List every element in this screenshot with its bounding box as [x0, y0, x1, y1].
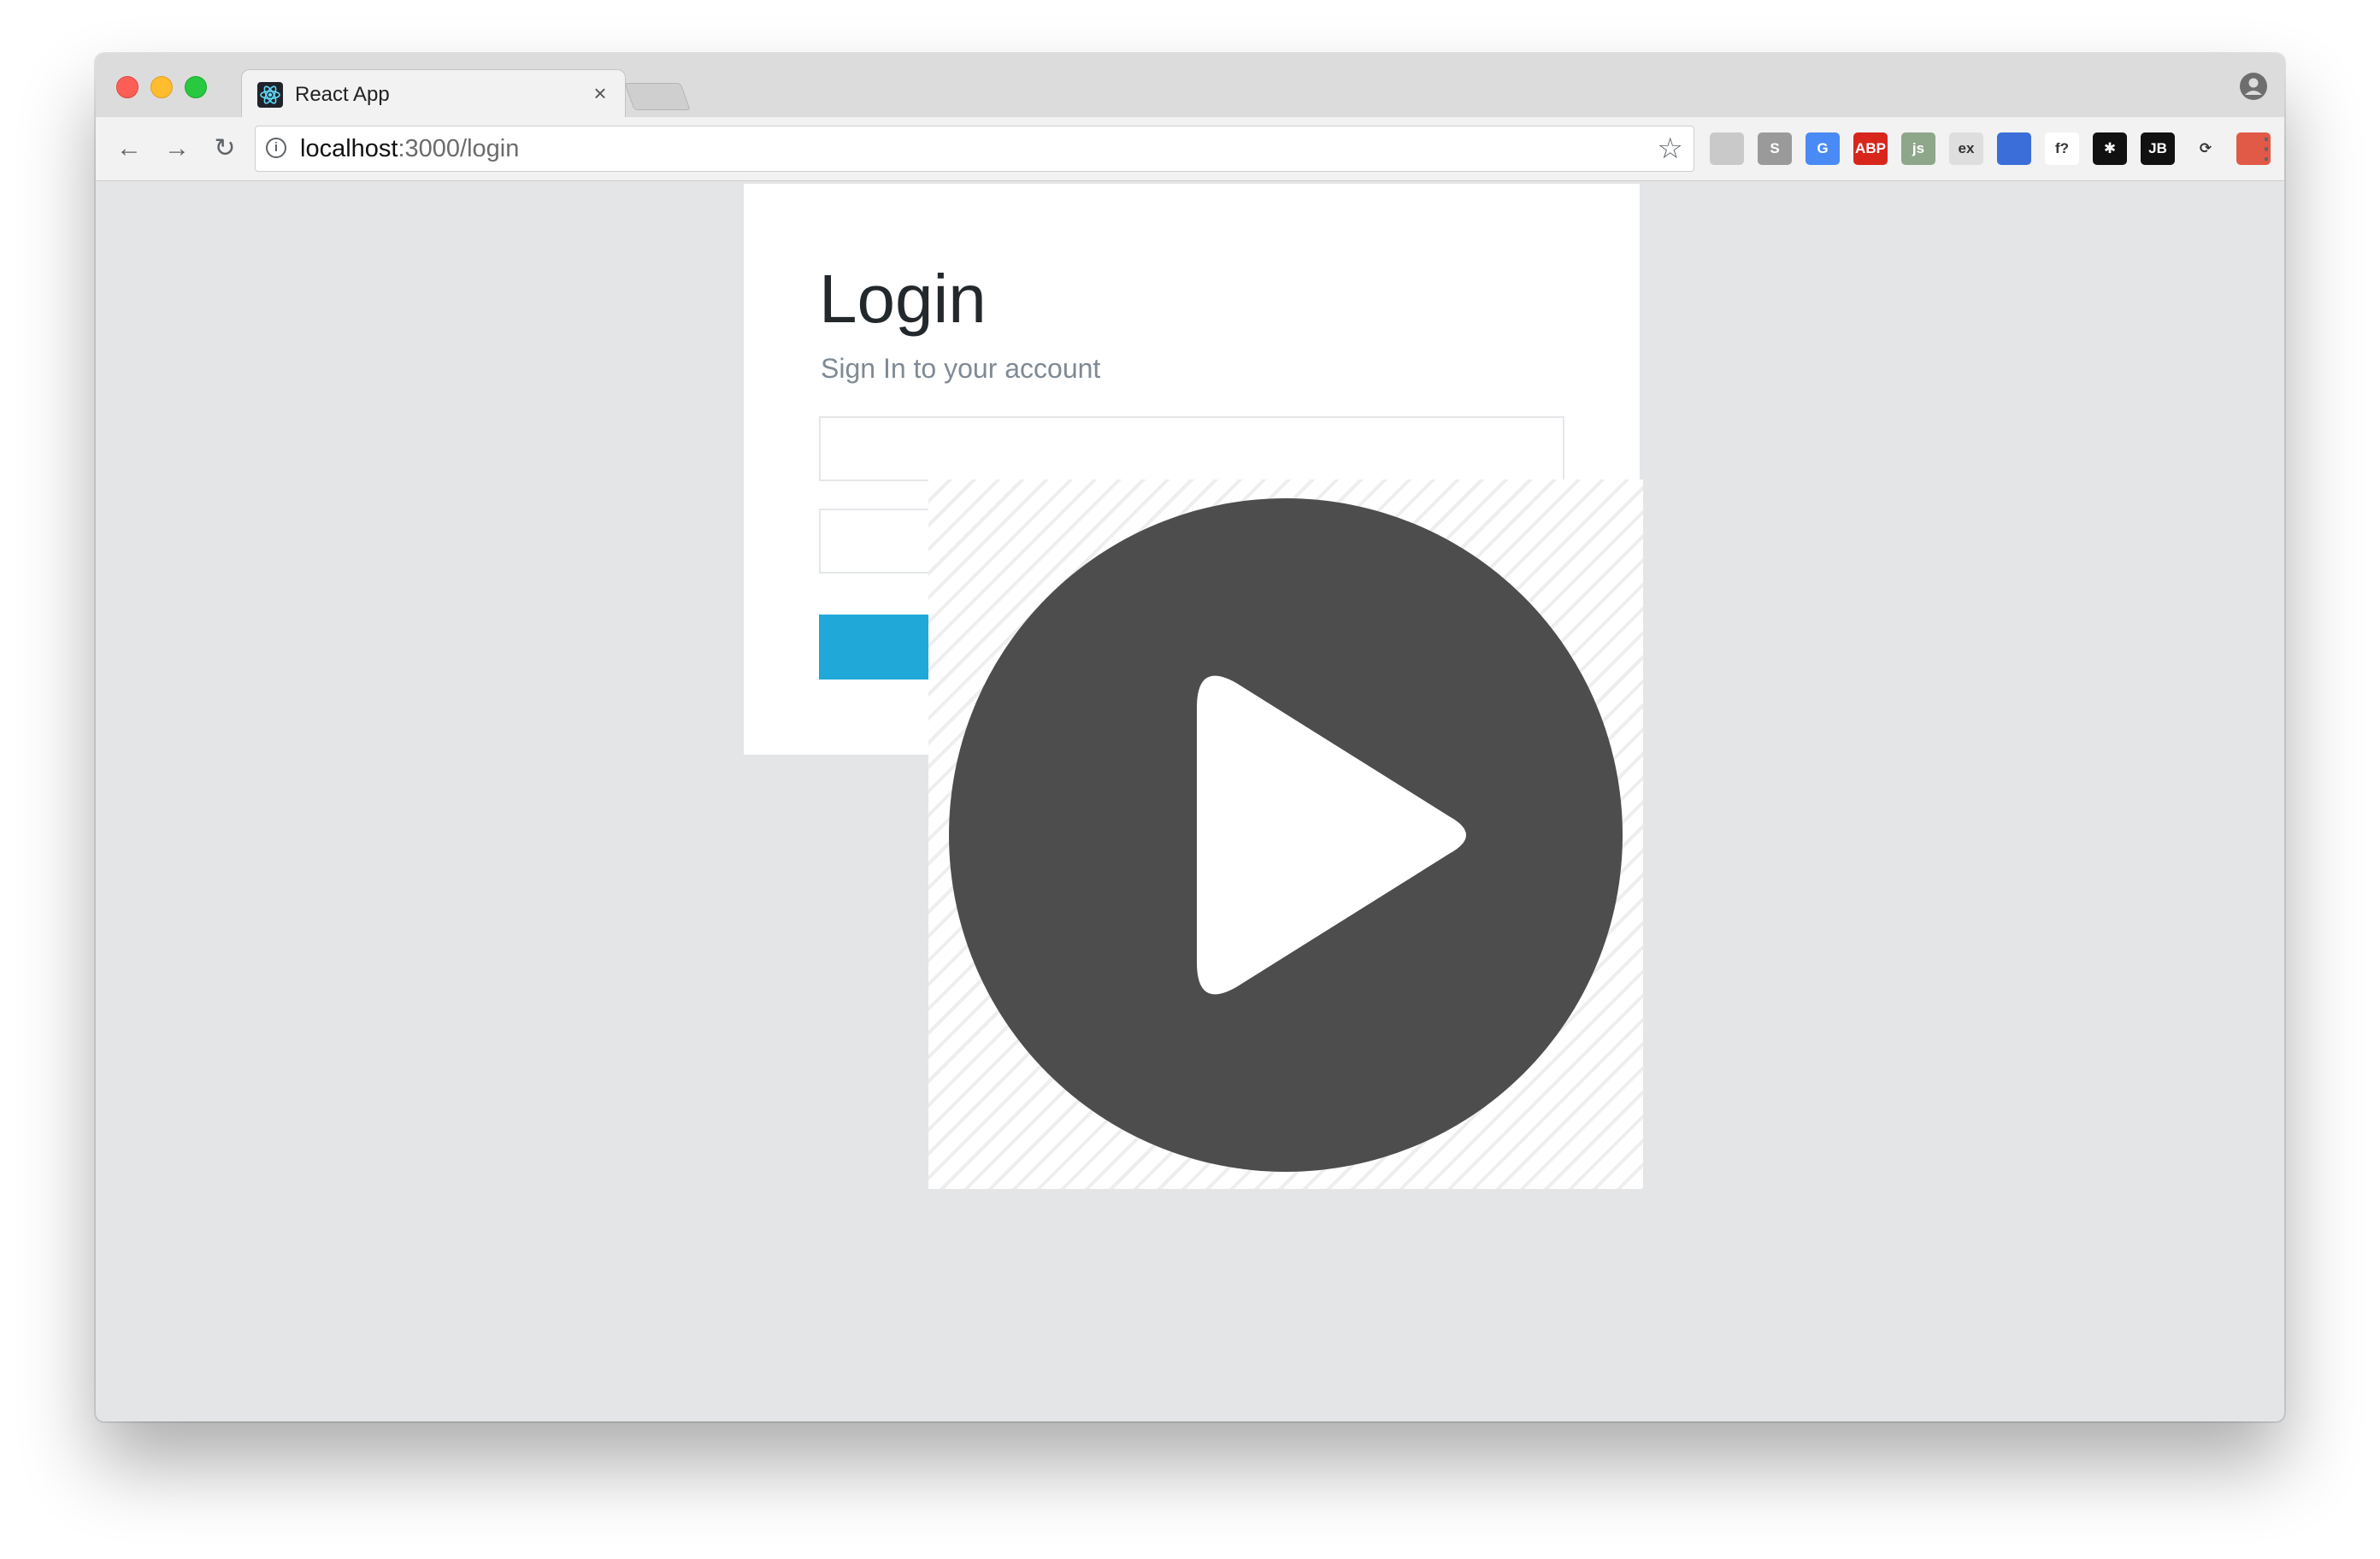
browser-toolbar: ← → ↻ i localhost:3000/login ☆ S G ABP js ex…	[96, 117, 2284, 181]
browser-menu-icon[interactable]: ⋮	[2252, 132, 2281, 165]
address-bar[interactable]: i localhost:3000/login ☆	[255, 126, 1694, 172]
forward-arrow-icon[interactable]: →	[161, 132, 193, 165]
url-path: :3000/login	[398, 135, 520, 162]
close-tab-icon[interactable]: ×	[587, 80, 613, 106]
bookmark-star-icon[interactable]: ☆	[1658, 132, 1683, 166]
google-drive-icon[interactable]	[1710, 132, 1744, 165]
ex-extension-icon[interactable]: ex	[1949, 132, 1983, 165]
extension-icons: S G ABP js ex f? ✱ JB ⟳	[1710, 132, 2284, 165]
adblock-plus-icon[interactable]: ABP	[1853, 132, 1888, 165]
video-overlay[interactable]	[928, 479, 1643, 1189]
url-host: localhost	[300, 135, 398, 162]
bookmark-blue-icon[interactable]	[1997, 132, 2031, 165]
login-subtitle: Sign In to your account	[821, 353, 1101, 384]
site-info-icon[interactable]: i	[266, 138, 286, 158]
login-title: Login	[819, 261, 987, 337]
jetbrains-icon[interactable]: JB	[2141, 132, 2175, 165]
back-arrow-icon[interactable]: ←	[113, 132, 145, 165]
profile-avatar-icon[interactable]	[2240, 73, 2267, 100]
zoom-window-button[interactable]	[185, 76, 207, 98]
new-tab-button[interactable]	[624, 83, 691, 110]
s-extension-icon[interactable]: S	[1758, 132, 1792, 165]
sync-icon[interactable]: ⟳	[2189, 132, 2223, 165]
close-window-button[interactable]	[116, 76, 138, 98]
title-bar: React App ×	[96, 54, 2284, 120]
browser-window: React App × ← → ↻ i localhost:3000/login…	[96, 54, 2284, 1421]
reload-icon[interactable]: ↻	[209, 132, 241, 165]
play-button-icon[interactable]	[949, 498, 1623, 1172]
url-text: localhost:3000/login	[300, 136, 519, 162]
colorful-star-icon[interactable]: ✱	[2093, 132, 2127, 165]
minimize-window-button[interactable]	[150, 76, 173, 98]
react-logo-icon	[257, 82, 283, 108]
google-translate-icon[interactable]: G	[1806, 132, 1840, 165]
tab-title: React App	[295, 83, 390, 106]
font-finder-icon[interactable]: f?	[2045, 132, 2079, 165]
username-field[interactable]	[819, 416, 1564, 481]
tab-react-app[interactable]: React App ×	[241, 69, 626, 120]
js-extension-icon[interactable]: js	[1901, 132, 1935, 165]
